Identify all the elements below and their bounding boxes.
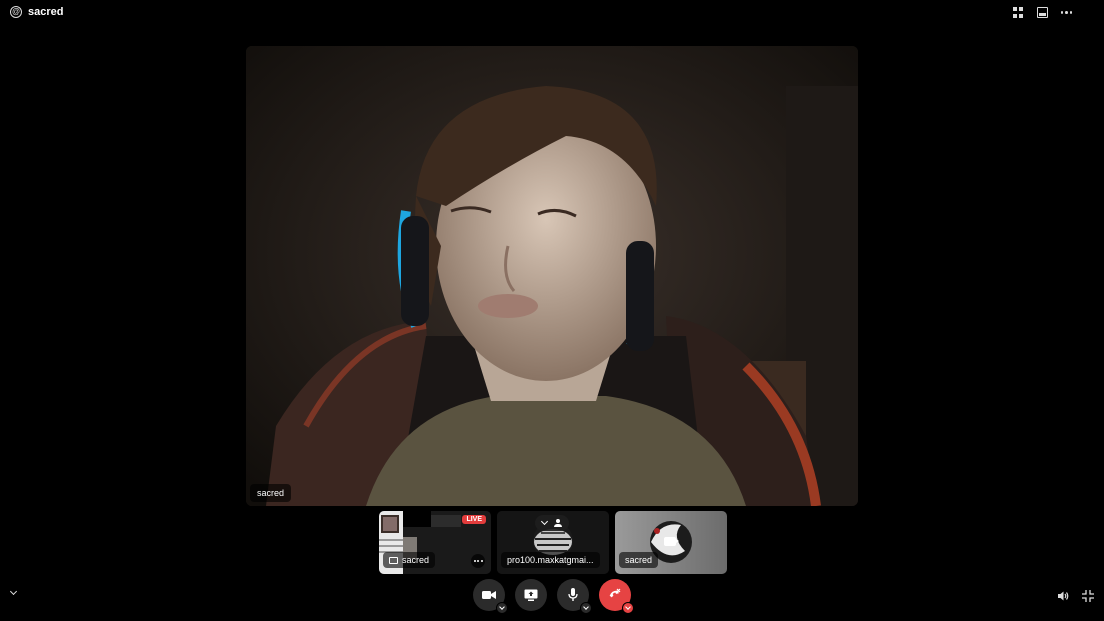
tile-controls[interactable] <box>535 515 569 531</box>
tile-name-tag: pro100.maxkatgmai... <box>501 552 600 568</box>
leave-call-button[interactable] <box>599 579 634 614</box>
main-video-stream[interactable]: sacred <box>246 46 858 506</box>
dm-title-text: sacred <box>28 6 64 18</box>
microphone-button[interactable] <box>557 579 592 614</box>
video-camera-icon <box>664 537 679 546</box>
video-camera-icon <box>482 591 496 599</box>
camera-button[interactable] <box>473 579 508 614</box>
screen-share-icon <box>389 556 398 564</box>
microphone-icon <box>568 588 578 601</box>
at-icon: @ <box>10 6 22 18</box>
webcam-feed <box>246 46 858 506</box>
tile-name-tag: sacred <box>383 552 436 568</box>
participant-tiles: LIVE sacred pro100.maxkatgmai... sacred <box>379 511 727 574</box>
more-icon[interactable] <box>471 554 485 568</box>
exit-fullscreen-icon[interactable] <box>1082 589 1094 602</box>
chevron-down-icon[interactable] <box>540 517 548 526</box>
tile-camera-off[interactable]: sacred <box>615 511 727 574</box>
camera-options-caret[interactable] <box>496 602 508 614</box>
call-controls <box>473 579 634 614</box>
chevron-down-icon[interactable] <box>9 587 21 599</box>
inbox-icon[interactable] <box>1037 7 1048 18</box>
tile-name: sacred <box>402 555 430 565</box>
grid-layout-icon[interactable] <box>1013 7 1024 18</box>
tile-name-tag: sacred <box>619 552 659 568</box>
user-icon[interactable] <box>554 519 563 527</box>
screen-share-icon <box>524 589 538 601</box>
screen-share-button[interactable] <box>515 579 547 611</box>
microphone-options-caret[interactable] <box>580 602 592 614</box>
top-bar: @ sacred <box>0 0 1104 28</box>
tile-name: pro100.maxkatgmai... <box>507 555 594 565</box>
bottom-right-actions <box>1057 589 1094 602</box>
tile-name: sacred <box>625 555 653 565</box>
tile-avatar[interactable]: pro100.maxkatgmai... <box>497 511 609 574</box>
volume-icon[interactable] <box>1057 589 1069 601</box>
phone-hangup-icon <box>609 588 621 598</box>
leave-options-caret[interactable] <box>622 602 634 614</box>
more-icon[interactable] <box>1061 7 1072 18</box>
dm-title: @ sacred <box>10 6 63 18</box>
top-actions <box>1013 7 1072 18</box>
live-badge: LIVE <box>462 515 486 524</box>
tile-screen-share[interactable]: LIVE sacred <box>379 511 491 574</box>
main-stream-name-tag: sacred <box>250 484 292 502</box>
